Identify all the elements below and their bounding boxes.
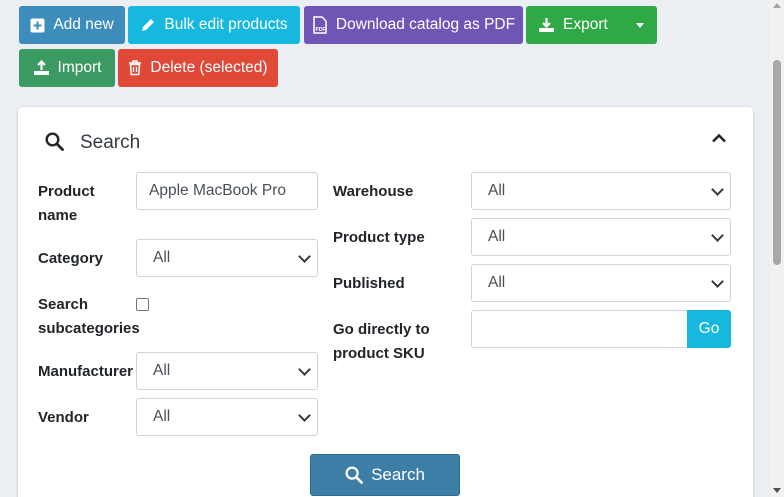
search-icon (45, 132, 64, 151)
page-scrollbar[interactable] (770, 0, 784, 497)
upload-icon (33, 60, 49, 75)
vendor-label: Vendor (38, 409, 89, 426)
warehouse-select[interactable]: All (471, 172, 731, 210)
product-type-select[interactable]: All (471, 218, 731, 256)
search-button-label: Search (371, 465, 425, 484)
scroll-thumb[interactable] (773, 60, 781, 265)
category-select[interactable]: All (136, 239, 318, 277)
download-icon (539, 18, 554, 32)
export-dropdown-toggle[interactable] (623, 6, 657, 44)
warehouse-label: Warehouse (333, 183, 414, 200)
search-panel-header[interactable]: Search (18, 107, 753, 163)
search-subcategories-label: Search subcategories (38, 296, 140, 337)
published-select[interactable]: All (471, 264, 731, 302)
category-label: Category (38, 250, 104, 267)
add-new-label: Add new (53, 16, 114, 33)
search-subcategories-checkbox[interactable] (136, 298, 149, 311)
scroll-down-arrow-icon[interactable] (773, 488, 781, 493)
plus-square-icon (30, 18, 45, 32)
import-label: Import (57, 59, 102, 76)
add-new-button[interactable]: Add new (19, 6, 125, 44)
sku-label: Go directly to product SKU (333, 321, 430, 362)
published-label: Published (333, 275, 405, 292)
download-pdf-label: Download catalog as PDF (335, 16, 516, 33)
export-button[interactable]: Export (526, 6, 657, 44)
svg-text:PDF: PDF (315, 27, 325, 33)
import-button[interactable]: Import (19, 49, 115, 87)
download-pdf-button[interactable]: PDF Download catalog as PDF (304, 6, 523, 44)
caret-down-icon (636, 22, 644, 28)
bulk-edit-button[interactable]: Bulk edit products (128, 6, 300, 44)
search-panel-title: Search (80, 132, 141, 153)
search-icon (345, 466, 363, 484)
scroll-up-arrow-icon[interactable] (773, 3, 781, 8)
search-panel: Search Product name Apple MacBook Pro Ca… (18, 107, 753, 497)
bulk-edit-label: Bulk edit products (164, 16, 288, 33)
go-button[interactable]: Go (687, 310, 731, 348)
trash-icon (129, 60, 142, 76)
search-button[interactable]: Search (310, 454, 460, 496)
sku-input[interactable] (471, 310, 688, 348)
pencil-icon (142, 19, 155, 31)
chevron-up-icon[interactable] (711, 133, 727, 143)
delete-selected-button[interactable]: Delete (selected) (118, 49, 278, 87)
vendor-select[interactable]: All (136, 398, 318, 436)
export-label: Export (563, 16, 608, 33)
product-name-label: Product name (38, 183, 95, 224)
pdf-file-icon: PDF (313, 16, 327, 34)
delete-selected-label: Delete (selected) (150, 59, 268, 76)
manufacturer-label: Manufacturer (38, 363, 134, 380)
product-name-input[interactable]: Apple MacBook Pro (136, 172, 318, 210)
manufacturer-select[interactable]: All (136, 352, 318, 390)
product-type-label: Product type (333, 229, 425, 246)
